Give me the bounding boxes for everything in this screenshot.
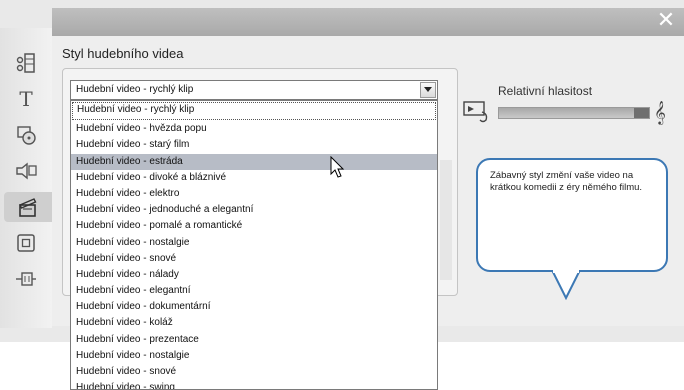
dropdown-option[interactable]: Hudební video - jednoduché a elegantní [71, 202, 437, 218]
title-text-icon[interactable]: T [10, 84, 42, 114]
description-text: Zábavný styl změní vaše video na krátkou… [490, 170, 643, 193]
dropdown-option[interactable]: Hudební video - snové [71, 364, 437, 380]
chevron-down-icon[interactable] [420, 82, 436, 98]
dropdown-option[interactable]: Hudební video - divoké a bláznivé [71, 170, 437, 186]
close-icon[interactable]: ✕ [656, 10, 676, 32]
dropdown-option[interactable]: Hudební video - nostalgie [71, 235, 437, 251]
volume-label: Relativní hlasitost [498, 84, 593, 98]
mouse-cursor-icon [330, 156, 345, 178]
volume-slider[interactable] [498, 107, 650, 119]
dropdown-option[interactable]: Hudební video - snové [71, 251, 437, 267]
title-bar: ✕ [52, 8, 684, 36]
dropdown-option[interactable]: Hudební video - nostalgie [71, 348, 437, 364]
video-volume-icon [463, 101, 488, 123]
dropdown-option[interactable]: Hudební video - swing [71, 380, 437, 389]
dropdown-option[interactable]: Hudební video - hvězda popu [71, 121, 437, 137]
dropdown-option[interactable]: Hudební video - nálady [71, 267, 437, 283]
dropdown-option[interactable]: Hudební video - elegantní [71, 283, 437, 299]
scrollbar-partial [440, 160, 452, 280]
dropdown-option[interactable]: Hudební video - pomalé a romantické [71, 218, 437, 234]
disc-icon[interactable] [10, 120, 42, 150]
description-bubble: Zábavný styl změní vaše video na krátkou… [476, 158, 668, 272]
dropdown-option[interactable]: Hudební video - elektro [71, 186, 437, 202]
sidebar-tabs: T [0, 28, 52, 328]
frame-icon[interactable] [10, 228, 42, 258]
dropdown-option[interactable]: Hudební video - dokumentární [71, 299, 437, 315]
transition-icon[interactable] [10, 264, 42, 294]
music-video-clapper-icon[interactable] [4, 192, 52, 222]
dropdown-option[interactable]: Hudební video - estráda [71, 153, 437, 170]
dropdown-option[interactable]: Hudební video - starý film [71, 137, 437, 153]
dropdown-option[interactable]: Hudební video - rychlý klip [72, 102, 436, 121]
dropdown-option[interactable]: Hudební video - prezentace [71, 332, 437, 348]
dropdown-option[interactable]: Hudební video - koláž [71, 315, 437, 331]
scissors-film-icon[interactable] [10, 48, 42, 78]
style-select-value: Hudební video - rychlý klip [76, 84, 194, 95]
music-note-icon: 𝄞 [654, 100, 666, 124]
volume-slider-thumb[interactable] [634, 108, 649, 118]
style-select[interactable]: Hudební video - rychlý klip [70, 80, 438, 100]
bubble-tail [551, 270, 581, 300]
audio-icon[interactable] [10, 156, 42, 186]
style-dropdown-list[interactable]: Hudební video - rychlý klip Hudební video… [70, 100, 438, 390]
page-title: Styl hudebního videa [62, 46, 184, 61]
